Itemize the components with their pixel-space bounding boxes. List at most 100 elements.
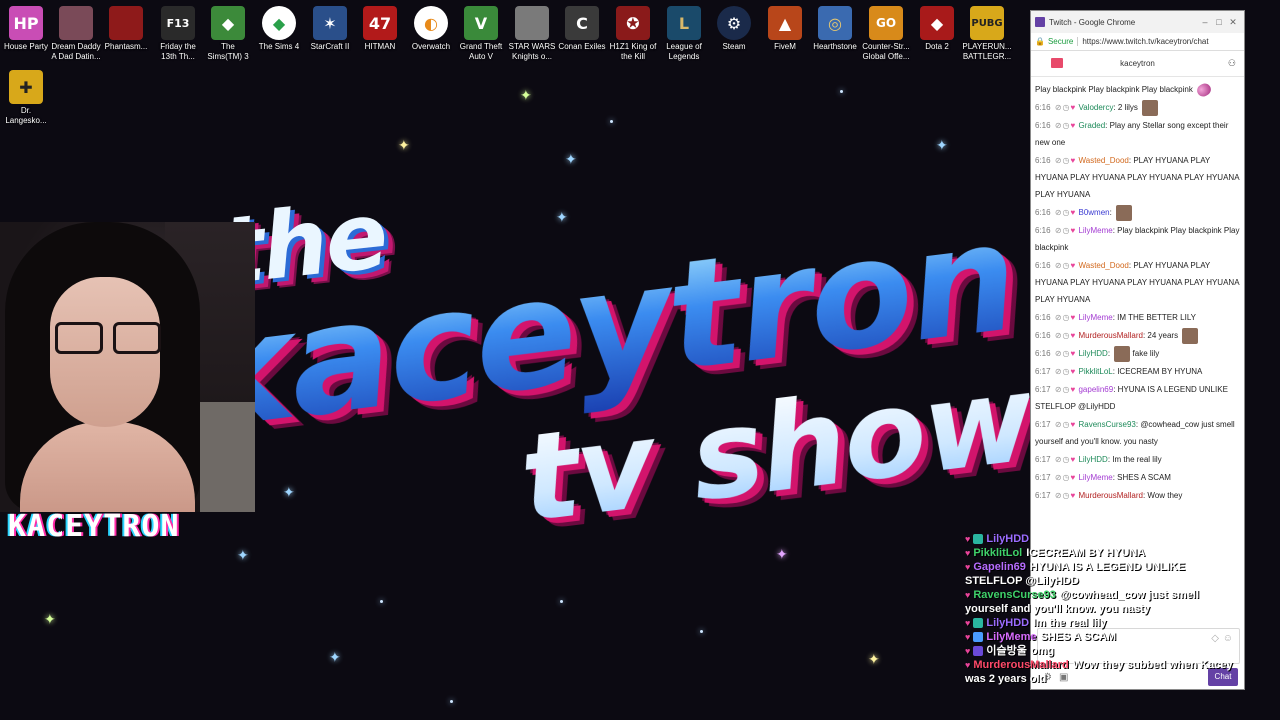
chat-username[interactable]: LilyMeme [1078, 313, 1112, 322]
heart-badge-icon: ♥ [965, 548, 971, 558]
url-text[interactable]: https://www.twitch.tv/kaceytron/chat [1082, 37, 1208, 46]
overlay-username: 이슬방울 [986, 645, 1027, 657]
timeout-icon[interactable]: ◷ [1063, 313, 1070, 322]
chat-username[interactable]: MurderousMallard [1078, 491, 1142, 500]
desktop-icon-pubg[interactable]: PUBG PLAYERUN... BATTLEGR... [961, 2, 1013, 62]
ban-icon[interactable]: ⊘ [1055, 349, 1062, 358]
league-icon: L [667, 6, 701, 40]
desktop-icon-conan-exiles[interactable]: C Conan Exiles [556, 2, 608, 52]
chat-username[interactable]: RavensCurse93 [1078, 420, 1135, 429]
chat-username[interactable]: LilyHDD [1078, 349, 1107, 358]
ban-icon[interactable]: ⊘ [1055, 455, 1062, 464]
desktop-icon-label-2: Sims(TM) 3 [207, 52, 249, 61]
chat-username[interactable]: MurderousMallard [1078, 331, 1142, 340]
desktop-icon-csgo[interactable]: GO Counter-Str... Global Offe... [860, 2, 912, 62]
timeout-icon[interactable]: ◷ [1063, 491, 1070, 500]
timeout-icon[interactable]: ◷ [1063, 385, 1070, 394]
users-icon[interactable]: ⚇ [1228, 58, 1236, 69]
chat-username[interactable]: LilyHDD [1078, 455, 1107, 464]
sparkle: ✦ [565, 151, 577, 167]
ban-icon[interactable]: ⊘ [1055, 313, 1062, 322]
sparkle: ✦ [329, 649, 341, 665]
ban-icon[interactable]: ⊘ [1055, 208, 1062, 217]
desktop-icon-gta-v[interactable]: V Grand Theft Auto V [455, 2, 507, 62]
ban-icon[interactable]: ⊘ [1055, 367, 1062, 376]
desktop-icon-dota-2[interactable]: ◆ Dota 2 [911, 2, 963, 52]
overlay-message: STELFLOP @LilyHDD [965, 575, 1079, 587]
desktop-icon-label: The [221, 42, 235, 51]
dota-2-icon: ◆ [920, 6, 954, 40]
chat-username[interactable]: B0wmen [1078, 208, 1109, 217]
timeout-icon[interactable]: ◷ [1063, 349, 1070, 358]
desktop-icon-house-party[interactable]: HP House Party [0, 2, 52, 52]
ban-icon[interactable]: ⊘ [1055, 331, 1062, 340]
timeout-icon[interactable]: ◷ [1063, 331, 1070, 340]
chat-username[interactable]: Valodercy [1078, 103, 1113, 112]
timeout-icon[interactable]: ◷ [1063, 420, 1070, 429]
gift-icon[interactable] [1051, 58, 1063, 68]
ban-icon[interactable]: ⊘ [1055, 103, 1062, 112]
desktop-icon-sims-3[interactable]: ◆ The Sims(TM) 3 [202, 2, 254, 62]
desktop-icon-overwatch[interactable]: ◐ Overwatch [405, 2, 457, 52]
desktop-icon-steam[interactable]: ⚙ Steam [708, 2, 760, 52]
desktop-icon-label: Dota 2 [925, 42, 949, 51]
timeout-icon[interactable]: ◷ [1063, 226, 1070, 235]
lock-icon: 🔒 [1035, 37, 1045, 46]
ban-icon[interactable]: ⊘ [1055, 226, 1062, 235]
close-icon[interactable]: ✕ [1226, 17, 1240, 28]
chat-message: 6:17 ⊘◷♥ LilyMeme: SHES A SCAM [1035, 473, 1171, 482]
heart-badge-icon: ♥ [965, 618, 971, 628]
address-bar[interactable]: 🔒 Secure https://www.twitch.tv/kaceytron… [1031, 33, 1244, 51]
maximize-icon[interactable]: □ [1212, 17, 1226, 27]
timeout-icon[interactable]: ◷ [1063, 455, 1070, 464]
desktop-icon-fivem[interactable]: ▲ FiveM [759, 2, 811, 52]
heart-badge-icon: ♥ [1070, 473, 1076, 482]
timeout-icon[interactable]: ◷ [1063, 103, 1070, 112]
heart-badge-icon: ♥ [1070, 491, 1076, 500]
window-titlebar[interactable]: Twitch - Google Chrome – □ ✕ [1031, 11, 1244, 33]
chat-username[interactable]: LilyMeme [1078, 226, 1112, 235]
desktop-icon-hitman[interactable]: 47 HITMAN [354, 2, 406, 52]
chat-username[interactable]: Wasted_Dood [1078, 261, 1128, 270]
minimize-icon[interactable]: – [1198, 17, 1212, 27]
chat-message: 6:16 ⊘◷♥ LilyHDD: fake lily [1035, 345, 1242, 362]
desktop-icon-dream-daddy[interactable]: Dream Daddy A Dad Datin... [50, 2, 102, 62]
chat-message-text: ICECREAM BY HYUNA [1117, 367, 1203, 376]
ban-icon[interactable]: ⊘ [1055, 420, 1062, 429]
overlay-username: RavensCurse93 [973, 589, 1056, 601]
ban-icon[interactable]: ⊘ [1055, 261, 1062, 270]
desktop-icon-label: Counter-Str... [862, 42, 910, 51]
timeout-icon[interactable]: ◷ [1063, 121, 1070, 130]
timeout-icon[interactable]: ◷ [1063, 261, 1070, 270]
ban-icon[interactable]: ⊘ [1055, 473, 1062, 482]
face-emote-icon [1116, 204, 1133, 221]
desktop-icon-star-wars[interactable]: STAR WARS Knights o... [506, 2, 558, 62]
ban-icon[interactable]: ⊘ [1055, 491, 1062, 500]
desktop-icon-dr-langesko[interactable]: ✚ Dr. Langesko... [0, 66, 52, 126]
chat-username[interactable]: PikklitLoL [1078, 367, 1112, 376]
chat-timestamp: 6:17 [1035, 473, 1051, 482]
ban-icon[interactable]: ⊘ [1055, 385, 1062, 394]
star-wars-icon [515, 6, 549, 40]
chat-username[interactable]: gapelin69 [1078, 385, 1113, 394]
chat-username[interactable]: LilyMeme [1078, 473, 1112, 482]
desktop-icon-sims-4[interactable]: ◆ The Sims 4 [253, 2, 305, 52]
desktop-icon-phantasm[interactable]: Phantasm... [100, 2, 152, 52]
desktop-icon-h1z1[interactable]: ✪ H1Z1 King of the Kill [607, 2, 659, 62]
desktop-icon-hearthstone[interactable]: ◎ Hearthstone [809, 2, 861, 52]
timeout-icon[interactable]: ◷ [1063, 208, 1070, 217]
heart-badge-icon: ♥ [1070, 420, 1076, 429]
desktop-icon-starcraft[interactable]: ✶ StarCraft II [304, 2, 356, 52]
timeout-icon[interactable]: ◷ [1063, 367, 1070, 376]
dream-daddy-icon [59, 6, 93, 40]
desktop-icon-friday-13th[interactable]: F13 Friday the 13th Th... [152, 2, 204, 62]
timeout-icon[interactable]: ◷ [1063, 156, 1070, 165]
ban-icon[interactable]: ⊘ [1055, 121, 1062, 130]
channel-name: kaceytron [1120, 59, 1155, 68]
chat-username[interactable]: Graded [1078, 121, 1105, 130]
desktop-icon-league[interactable]: L League of Legends [658, 2, 710, 62]
timeout-icon[interactable]: ◷ [1063, 473, 1070, 482]
ban-icon[interactable]: ⊘ [1055, 156, 1062, 165]
overlay-message: omg [1030, 645, 1055, 657]
chat-username[interactable]: Wasted_Dood [1078, 156, 1128, 165]
